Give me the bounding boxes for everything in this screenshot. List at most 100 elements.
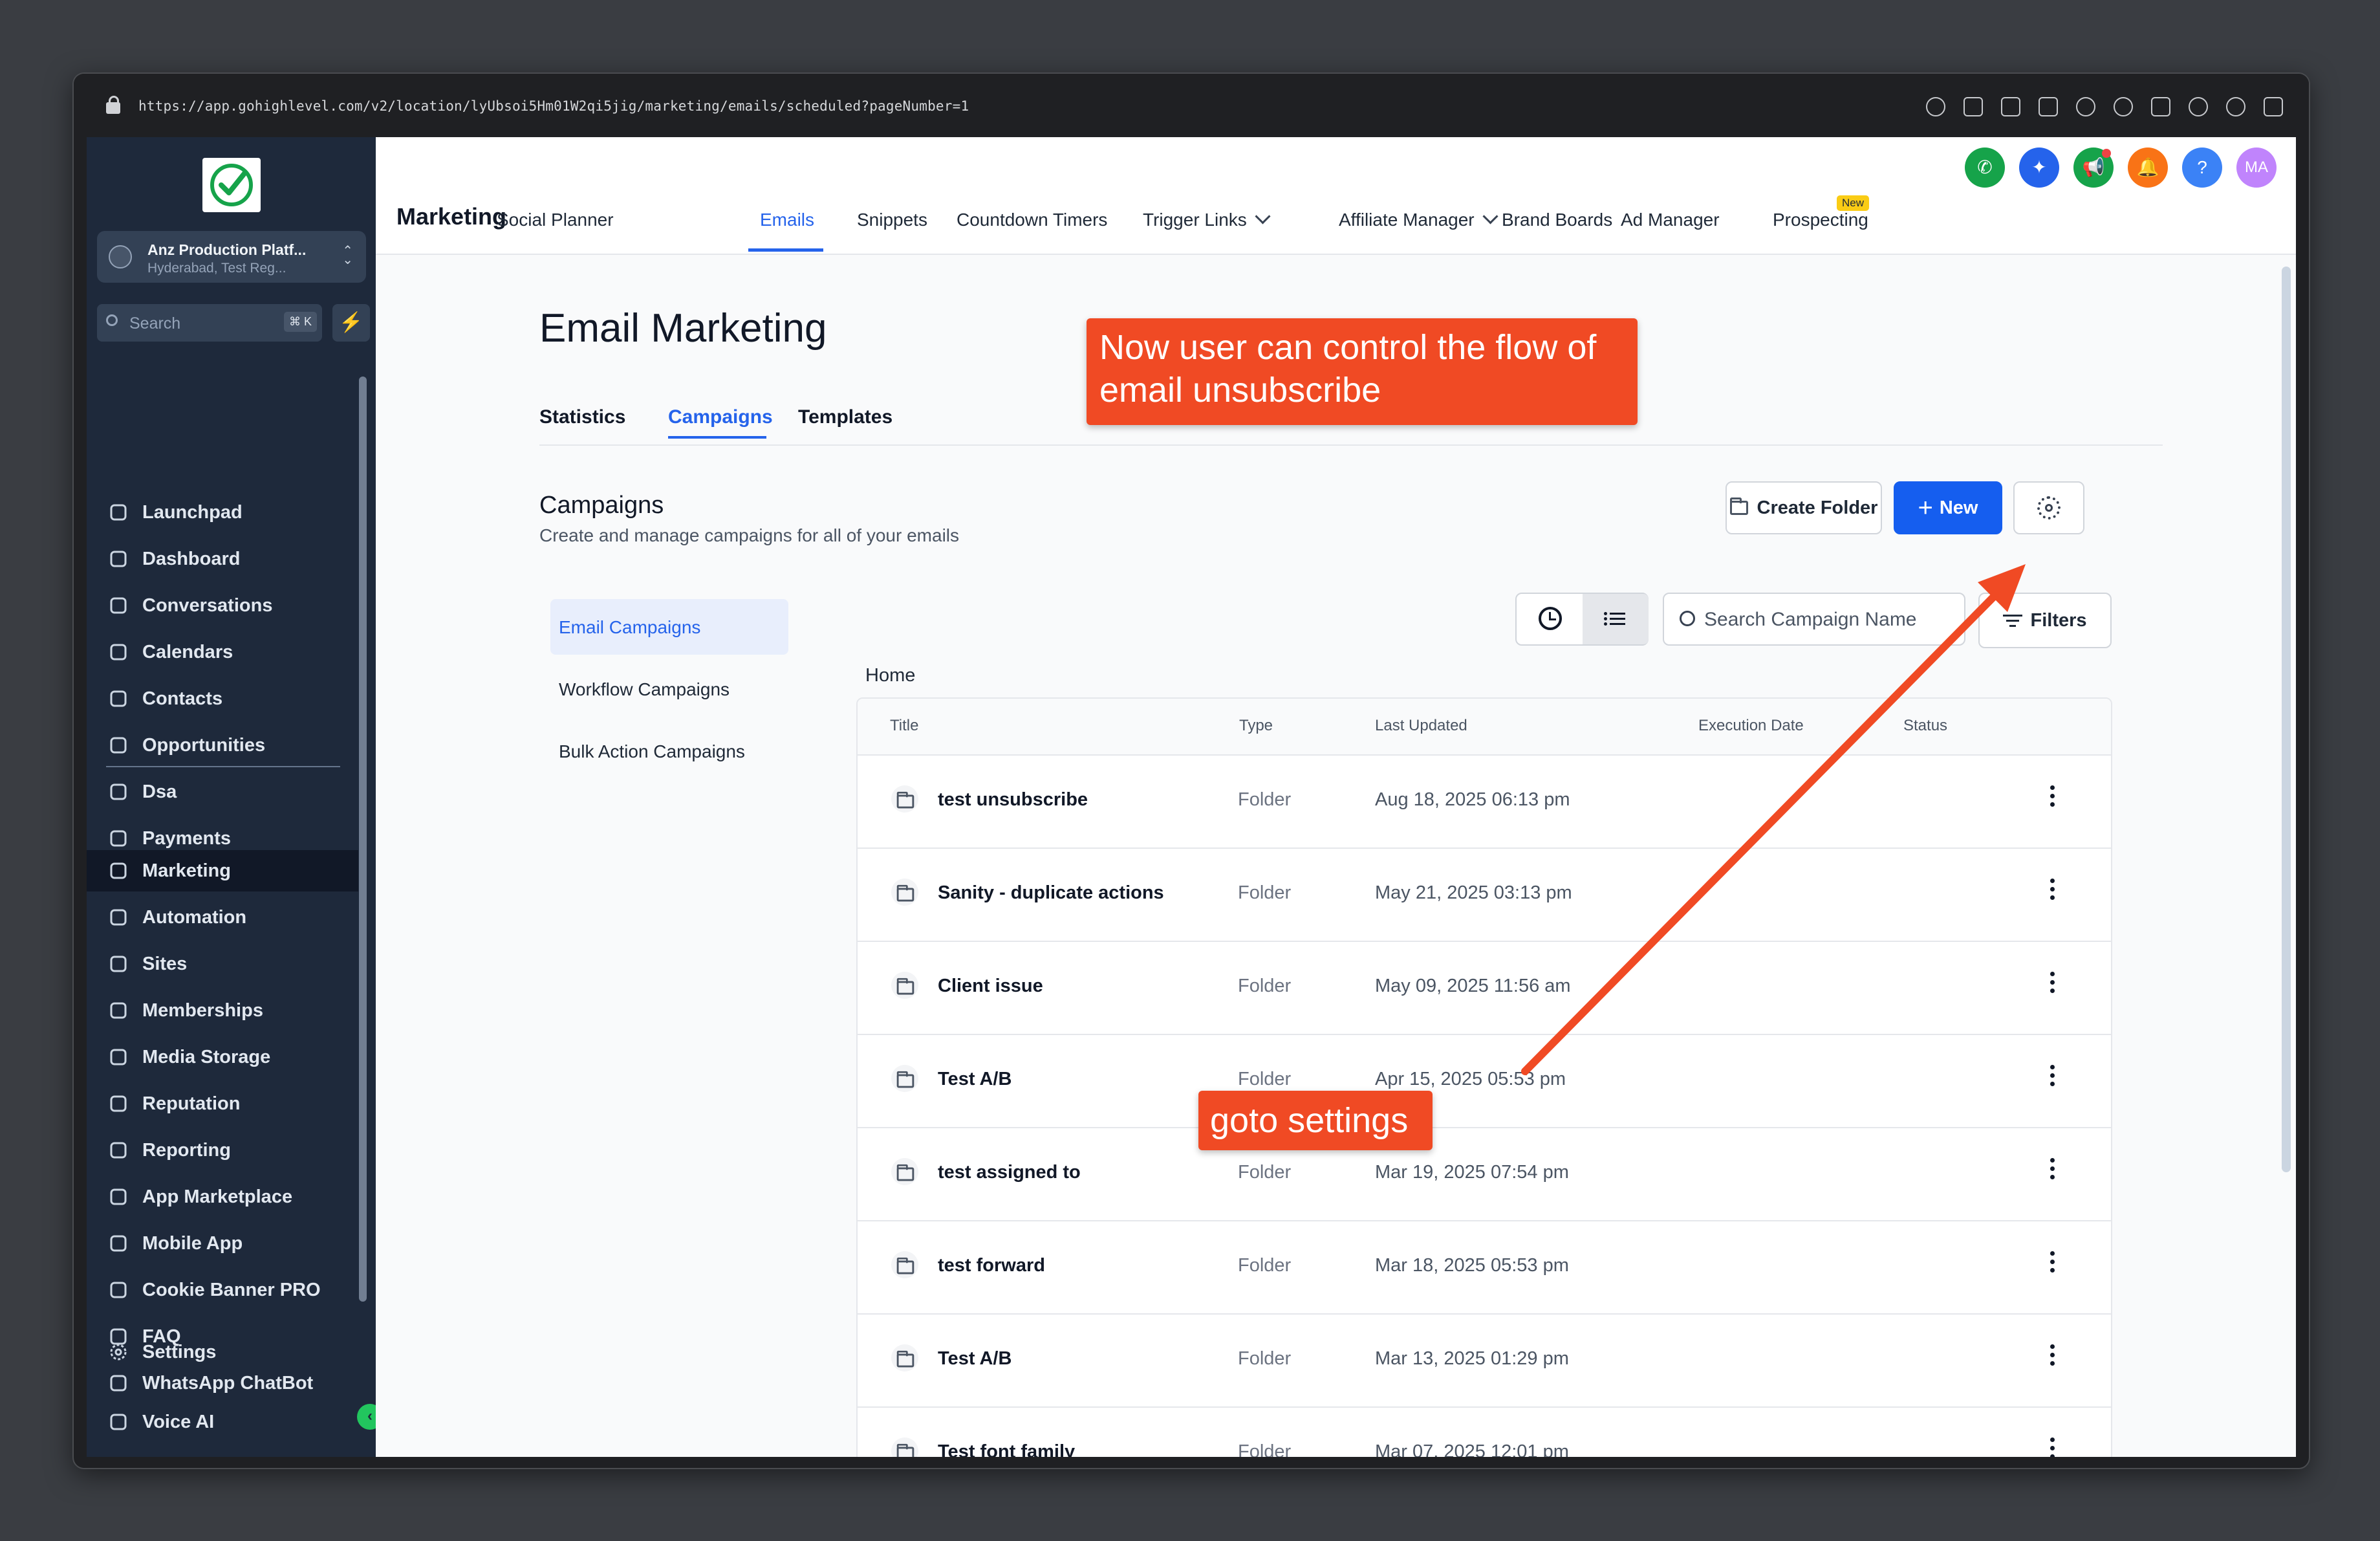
send-icon [107,860,129,882]
crosshair-icon[interactable] [2114,97,2133,116]
sidebar-item-label: Sites [142,953,188,974]
globe-icon[interactable] [2076,97,2095,116]
url-text[interactable]: https://app.gohighlevel.com/v2/location/… [138,98,969,114]
table-row[interactable]: Test A/B Folder Apr 15, 2025 05:53 pm [858,1034,2111,1128]
sidebar-toggle-icon[interactable] [2264,97,2283,116]
tab-templates[interactable]: Templates [798,406,892,428]
folder-icon [891,879,918,906]
row-title[interactable]: Client issue [938,976,1043,997]
tab-brand-boards[interactable]: Brand Boards [1502,210,1612,230]
row-title[interactable]: Test A/B [938,1348,1012,1370]
sidebar-item-reporting[interactable]: Reporting [87,1130,358,1171]
more-options-icon[interactable] [2050,1251,2055,1277]
chevron-down-icon [1255,208,1271,224]
row-title[interactable]: Test A/B [938,1069,1012,1090]
sidebar-item-mobile-app[interactable]: Mobile App [87,1223,358,1264]
tab-countdown-timers[interactable]: Countdown Timers [957,210,1107,230]
search-campaign-input[interactable] [1703,603,1958,637]
more-options-icon[interactable] [2050,972,2055,998]
table-row[interactable]: Test A/B Folder Mar 13, 2025 01:29 pm [858,1313,2111,1408]
more-options-icon[interactable] [2050,785,2055,811]
table-row[interactable]: Test font family Folder Mar 07, 2025 12:01… [858,1406,2111,1457]
more-options-icon[interactable] [2050,1344,2055,1370]
table-row[interactable]: test unsubscribe Folder Aug 18, 2025 06:13… [858,754,2111,849]
help-icon[interactable]: ? [2182,148,2222,188]
column-header-type[interactable]: Type [1239,717,1273,735]
sidebar-item-cookie-banner-pro[interactable]: Cookie Banner PRO [87,1269,358,1311]
row-title[interactable]: Sanity - duplicate actions [938,882,1164,904]
tab-statistics[interactable]: Statistics [539,406,625,428]
more-options-icon[interactable] [2050,1158,2055,1184]
sidebar-search[interactable]: Search ⌘ K [97,304,322,342]
screenshot-icon[interactable] [1964,97,1983,116]
sidebar-item-app-marketplace[interactable]: App Marketplace [87,1176,358,1218]
sidebar-item-dsa[interactable]: Dsa [87,771,358,813]
tab-trigger-links[interactable]: Trigger Links [1143,208,1271,230]
row-title[interactable]: Test font family [938,1441,1075,1457]
sidebar-item-reputation[interactable]: Reputation [87,1083,358,1124]
tab-social-planner[interactable]: Social Planner [497,210,614,230]
main-scrollbar[interactable] [2282,267,2291,1172]
sidebar-item-memberships[interactable]: Memberships [87,990,358,1031]
row-title[interactable]: test forward [938,1255,1045,1276]
tab-affiliate-manager[interactable]: Affiliate Manager [1339,208,1498,230]
tab-campaigns[interactable]: Campaigns [668,406,773,428]
column-header-last-updated[interactable]: Last Updated [1375,717,1467,735]
filters-button[interactable]: Filters [1978,593,2112,648]
table-row[interactable]: Sanity - duplicate actions Folder May 21, … [858,847,2111,942]
terminal-icon[interactable] [2039,97,2058,116]
sparkle-icon[interactable]: ✦ [2019,148,2059,188]
row-title[interactable]: test unsubscribe [938,789,1088,811]
more-options-icon[interactable] [2050,879,2055,904]
settings-button[interactable] [2013,481,2084,534]
list-view-icon[interactable] [1604,609,1625,628]
sidebar-item-contacts[interactable]: Contacts [87,678,358,719]
extension-icon[interactable] [2151,97,2170,116]
user-avatar[interactable]: MA [2236,148,2277,188]
clock-icon[interactable] [1539,607,1562,630]
sidebar-item-opportunities[interactable]: Opportunities [87,725,358,766]
sidebar-item-voice-ai[interactable]: Voice AI [87,1409,358,1435]
sidebar-item-automation[interactable]: Automation [87,897,358,938]
sidebar-item-media-storage[interactable]: Media Storage [87,1036,358,1078]
account-switcher[interactable]: Anz Production Platf... Hyderabad, Test … [97,231,366,283]
column-header-title[interactable]: Title [890,717,918,735]
tab-snippets[interactable]: Snippets [857,210,927,230]
tab-ad-manager[interactable]: Ad Manager [1621,210,1720,230]
camera-icon[interactable] [2001,97,2020,116]
row-title[interactable]: test assigned to [938,1162,1081,1183]
more-options-icon[interactable] [2050,1065,2055,1091]
sidebar-item-marketing[interactable]: Marketing [87,850,358,891]
profile-icon[interactable] [2226,97,2245,116]
create-folder-button[interactable]: Create Folder [1726,481,1882,534]
column-header-status[interactable]: Status [1903,717,1947,735]
at-icon[interactable] [2189,97,2208,116]
table-row[interactable]: test forward Folder Mar 18, 2025 05:53 pm [858,1220,2111,1315]
bell-icon[interactable]: 🔔 [2128,148,2168,188]
sidebar-scrollbar[interactable] [359,377,367,1302]
new-button[interactable]: + New [1894,481,2002,534]
list-item-bulk-action-campaigns[interactable]: Bulk Action Campaigns [559,741,745,762]
link-icon[interactable] [1926,97,1945,116]
column-header-execution-date[interactable]: Execution Date [1698,717,1804,735]
account-location: Hyderabad, Test Reg... [147,261,287,276]
list-item-email-campaigns[interactable]: Email Campaigns [559,617,700,638]
megaphone-icon[interactable]: 📢 [2073,148,2114,188]
search-icon [1680,611,1695,626]
logo[interactable] [202,158,261,212]
quick-actions-bolt-icon[interactable]: ⚡ [332,304,370,342]
more-options-icon[interactable] [2050,1437,2055,1457]
breadcrumb[interactable]: Home [865,665,915,686]
table-row[interactable]: test assigned to Folder Mar 19, 2025 07:54… [858,1127,2111,1221]
sidebar-item-sites[interactable]: Sites [87,943,358,985]
sidebar-item-launchpad[interactable]: Launchpad [87,492,358,533]
list-item-workflow-campaigns[interactable]: Workflow Campaigns [559,679,730,700]
table-row[interactable]: Client issue Folder May 09, 2025 11:56 am [858,941,2111,1035]
phone-icon[interactable]: ✆ [1965,148,2005,188]
tab-prospecting[interactable]: Prospecting [1773,210,1868,230]
sidebar-item-conversations[interactable]: Conversations [87,585,358,626]
sidebar-item-settings[interactable]: Settings [87,1331,358,1373]
sidebar-item-calendars[interactable]: Calendars [87,631,358,673]
sidebar-item-dashboard[interactable]: Dashboard [87,538,358,580]
tab-emails[interactable]: Emails [760,210,814,230]
